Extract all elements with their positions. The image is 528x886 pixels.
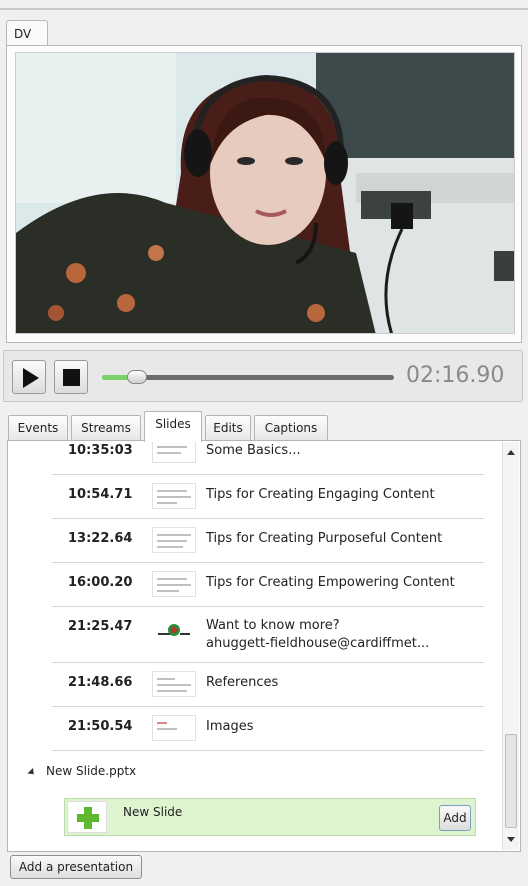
slide-thumbnail (152, 571, 196, 597)
video-preview (15, 52, 515, 334)
stop-icon (63, 369, 80, 386)
slide-time: 10:54.71 (68, 487, 133, 502)
transport-bar: 02:16.90 (3, 350, 523, 402)
tab-edits[interactable]: Edits (205, 415, 251, 441)
tab-streams-label: Streams (81, 421, 131, 435)
slide-thumbnail (152, 617, 196, 643)
tab-streams[interactable]: Streams (71, 415, 141, 441)
slide-time: 13:22.64 (68, 531, 133, 546)
time-readout: 02:16.90 (406, 363, 505, 388)
slide-title: Want to know more? (206, 618, 340, 633)
slide-time: 10:35:03 (68, 443, 133, 458)
play-icon (23, 368, 39, 388)
tab-captions-label: Captions (264, 421, 318, 435)
slide-thumbnail (152, 441, 196, 463)
top-separator (0, 8, 528, 10)
slide-time: 21:50.54 (68, 719, 133, 734)
vertical-scrollbar[interactable] (502, 442, 519, 850)
scrollbar-thumb[interactable] (505, 734, 517, 828)
slide-title: Tips for Creating Empowering Content (206, 575, 455, 590)
stop-button[interactable] (54, 360, 88, 394)
slide-thumbnail (152, 483, 196, 509)
webcam-video-frame (16, 53, 514, 333)
scroll-down-arrow-icon[interactable] (507, 837, 515, 842)
add-presentation-button[interactable]: Add a presentation (10, 855, 142, 879)
slide-title-email: ahuggett-fieldhouse@cardiffmet... (206, 636, 430, 651)
tab-slides[interactable]: Slides (144, 411, 202, 442)
slide-title: Some Basics... (206, 443, 301, 458)
slide-row[interactable]: 21:48.66 References (52, 663, 484, 707)
tab-edits-label: Edits (213, 421, 243, 435)
slide-row[interactable]: 13:22.64 Tips for Creating Purposeful Co… (52, 519, 484, 563)
slide-time: 21:25.47 (68, 619, 133, 634)
slide-title: Images (206, 719, 254, 734)
slide-row[interactable]: 10:54.71 Tips for Creating Engaging Cont… (52, 475, 484, 519)
slide-thumbnail (152, 715, 196, 741)
slide-time: 21:48.66 (68, 675, 133, 690)
seek-slider[interactable] (102, 370, 394, 384)
slide-thumbnail (152, 671, 196, 697)
video-panel (6, 45, 522, 343)
logo-thumbnail (158, 624, 190, 636)
slide-row[interactable]: 16:00.20 Tips for Creating Empowering Co… (52, 563, 484, 607)
slide-row[interactable]: 21:25.47 Want to know more? ahuggett-fie… (52, 607, 484, 663)
slide-title: Tips for Creating Engaging Content (206, 487, 435, 502)
add-slide-button[interactable]: Add (439, 805, 471, 831)
play-button[interactable] (12, 360, 46, 394)
presentation-name: New Slide.pptx (46, 764, 137, 778)
tab-dv-label: DV (14, 27, 32, 41)
scroll-up-arrow-icon[interactable] (507, 450, 515, 455)
collapse-arrow-icon[interactable] (27, 767, 37, 778)
tab-dv[interactable]: DV (6, 20, 48, 46)
presentation-group-header[interactable]: New Slide.pptx (27, 764, 137, 778)
tab-events[interactable]: Events (8, 415, 68, 441)
slide-title: References (206, 675, 279, 690)
new-slide-thumbnail (67, 801, 107, 833)
slide-row[interactable]: 21:50.54 Images (52, 707, 484, 751)
tab-slides-label: Slides (155, 417, 191, 431)
new-slide-row[interactable]: New Slide Add (64, 798, 476, 836)
slide-thumbnail (152, 527, 196, 553)
slide-row[interactable]: 10:35:03 Some Basics... (52, 441, 484, 475)
slide-title: Tips for Creating Purposeful Content (206, 531, 443, 546)
slide-time: 16:00.20 (68, 575, 133, 590)
slides-panel: 10:35:03 Some Basics... 10:54.71 Tips fo… (7, 440, 521, 852)
tab-captions[interactable]: Captions (254, 415, 328, 441)
seek-thumb[interactable] (127, 370, 148, 384)
tab-events-label: Events (17, 421, 59, 435)
new-slide-title: New Slide (123, 805, 183, 819)
